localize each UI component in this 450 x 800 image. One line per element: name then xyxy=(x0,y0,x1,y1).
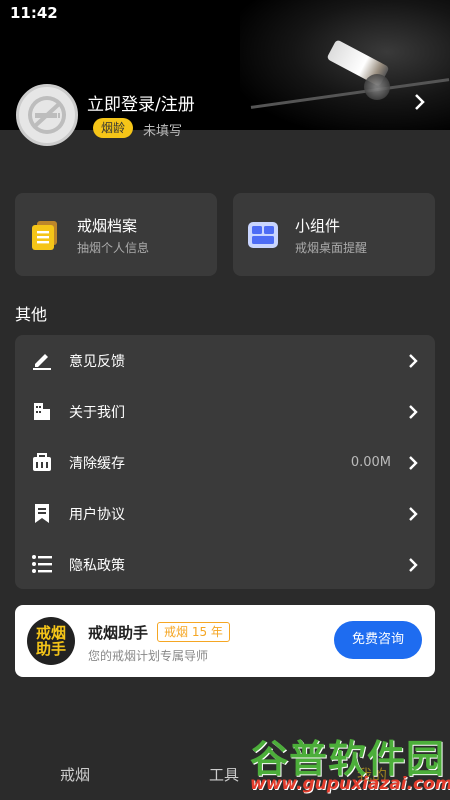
profile-chevron-right-icon[interactable] xyxy=(413,92,427,116)
assistant-subtitle: 您的戒烟计划专属导师 xyxy=(88,649,209,663)
menu-item-label: 清除缓存 xyxy=(69,456,125,472)
assistant-logo: 戒烟 助手 xyxy=(27,617,75,665)
assistant-logo-line1: 戒烟 xyxy=(35,624,66,642)
tab-tools[interactable]: 工具 xyxy=(209,764,239,785)
card-subtitle: 戒烟桌面提醒 xyxy=(295,241,368,255)
widget-icon xyxy=(247,219,279,255)
menu-item-privacy-policy[interactable]: 隐私政策 xyxy=(15,539,435,590)
chevron-right-icon xyxy=(407,403,419,425)
login-register-link[interactable]: 立即登录/注册 xyxy=(87,90,195,115)
bottom-tab-bar: 戒烟 工具 我的 xyxy=(0,740,450,800)
briefcase-icon xyxy=(31,451,53,477)
menu-item-label: 关于我们 xyxy=(69,405,125,421)
quit-smoking-profile-card[interactable]: 戒烟档案 抽烟个人信息 xyxy=(15,193,217,276)
assistant-experience-tag: 戒烟 15 年 xyxy=(157,622,230,642)
bookmark-icon xyxy=(31,502,53,528)
menu-item-label: 隐私政策 xyxy=(69,558,125,574)
avatar[interactable] xyxy=(16,84,78,146)
list-icon xyxy=(31,553,53,579)
card-title: 戒烟档案 xyxy=(77,217,138,235)
quit-smoking-assistant-banner[interactable]: 戒烟 助手 戒烟助手 戒烟 15 年 您的戒烟计划专属导师 免费咨询 xyxy=(15,605,435,677)
document-icon xyxy=(29,219,61,255)
free-consult-button[interactable]: 免费咨询 xyxy=(334,621,422,659)
other-menu-list: 意见反馈 关于我们 清除缓存 0.00M 用户协议 隐私政策 xyxy=(15,335,435,589)
assistant-logo-line2: 助手 xyxy=(35,640,66,658)
pen-icon xyxy=(31,349,53,375)
chevron-right-icon xyxy=(407,352,419,374)
tab-quit-smoking[interactable]: 戒烟 xyxy=(60,764,90,785)
tab-mine[interactable]: 我的 xyxy=(357,764,387,785)
cache-size-value: 0.00M xyxy=(350,455,391,470)
building-icon xyxy=(31,400,53,426)
chevron-right-icon xyxy=(407,454,419,476)
chevron-right-icon xyxy=(407,505,419,527)
assistant-title: 戒烟助手 xyxy=(88,624,149,642)
status-bar-time: 11:42 xyxy=(10,4,58,22)
menu-item-about-us[interactable]: 关于我们 xyxy=(15,386,435,437)
card-subtitle: 抽烟个人信息 xyxy=(77,241,150,255)
no-smoking-icon xyxy=(28,96,66,134)
smoking-age-badge: 烟龄 xyxy=(93,118,134,138)
menu-item-clear-cache[interactable]: 清除缓存 0.00M xyxy=(15,437,435,488)
chevron-right-icon xyxy=(407,556,419,578)
ash-shape xyxy=(364,74,390,100)
menu-item-user-agreement[interactable]: 用户协议 xyxy=(15,488,435,539)
menu-item-label: 意见反馈 xyxy=(69,354,125,370)
menu-item-label: 用户协议 xyxy=(69,507,125,523)
smoking-age-value[interactable]: 未填写 xyxy=(143,120,182,139)
section-title-other: 其他 xyxy=(15,305,48,324)
menu-item-feedback[interactable]: 意见反馈 xyxy=(15,335,435,386)
card-title: 小组件 xyxy=(295,217,341,235)
widget-card[interactable]: 小组件 戒烟桌面提醒 xyxy=(233,193,435,276)
